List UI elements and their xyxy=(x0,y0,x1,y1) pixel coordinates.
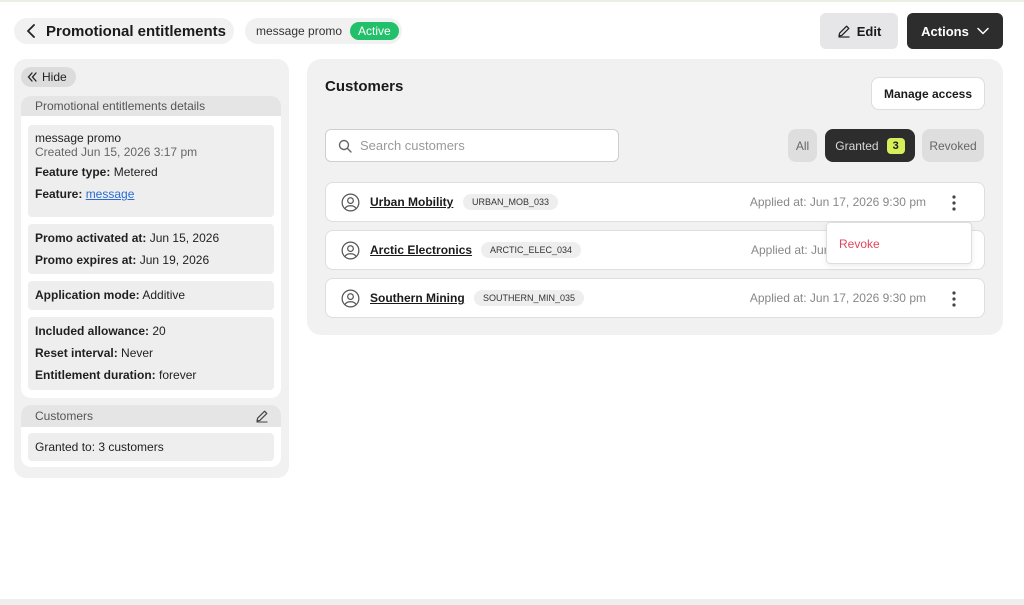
feature-type-label: Feature type: xyxy=(35,165,111,179)
back-button[interactable]: Promotional entitlements xyxy=(14,18,234,44)
customers-card-header: Customers xyxy=(21,405,281,427)
manage-access-button[interactable]: Manage access xyxy=(871,77,985,110)
application-mode-box: Application mode: Additive xyxy=(28,281,274,310)
feature-label: Feature: xyxy=(35,187,83,201)
promo-tag: message promo Active xyxy=(245,18,402,44)
included-allowance-label: Included allowance: xyxy=(35,324,150,338)
applied-at-text: Applied at: Jun 17, 2026 9:30 pm xyxy=(749,195,926,209)
filter-granted-label: Granted xyxy=(835,138,879,153)
filter-granted[interactable]: Granted 3 xyxy=(825,129,915,162)
double-chevron-left-icon xyxy=(27,72,37,82)
customer-code-badge: ARCTIC_ELEC_034 xyxy=(481,242,582,258)
application-mode-label: Application mode: xyxy=(35,288,140,302)
entitlement-duration-value: forever xyxy=(159,368,197,382)
page-title: Promotional entitlements xyxy=(46,22,227,40)
applied-at-text: Applied at: Jun 17, 2026 9:30 pm xyxy=(749,291,926,305)
feature-type-line: Feature type: Metered xyxy=(35,161,267,183)
customer-name-link[interactable]: Urban Mobility xyxy=(370,195,453,209)
application-mode-value: Additive xyxy=(142,288,186,302)
customers-card-title: Customers xyxy=(35,409,94,423)
feature-link[interactable]: message xyxy=(86,187,135,201)
revoke-menu-item[interactable]: Revoke xyxy=(839,237,880,251)
promo-name: message promo xyxy=(256,24,343,38)
customer-name-link[interactable]: Arctic Electronics xyxy=(370,243,472,257)
customer-code-badge: URBAN_MOB_033 xyxy=(463,194,559,210)
user-circle-icon xyxy=(341,241,360,260)
details-card-header: Promotional entitlements details xyxy=(21,96,281,116)
user-circle-icon xyxy=(341,193,360,212)
feature-type-value: Metered xyxy=(113,165,158,179)
customers-title: Customers xyxy=(325,78,404,95)
hide-sidebar-button[interactable]: Hide xyxy=(21,67,76,87)
customer-code-badge: SOUTHERN_MIN_035 xyxy=(474,290,585,306)
chevron-down-icon xyxy=(977,27,989,35)
promo-activated-value: Jun 15, 2026 xyxy=(149,231,220,245)
app-window: Promotional entitlements message promo A… xyxy=(0,0,1024,605)
edit-button[interactable]: Edit xyxy=(820,13,898,49)
entitlement-duration-label: Entitlement duration: xyxy=(35,368,156,382)
allowance-box: Included allowance: 20 Reset interval: N… xyxy=(28,317,274,390)
row-actions-menu: Revoke xyxy=(826,222,972,264)
actions-label: Actions xyxy=(921,23,969,39)
table-row: Southern Mining SOUTHERN_MIN_035 Applied… xyxy=(325,278,985,318)
filter-revoked[interactable]: Revoked xyxy=(922,129,984,162)
reset-interval-line: Reset interval: Never xyxy=(35,342,267,364)
promo-expires-line: Promo expires at: Jun 19, 2026 xyxy=(35,249,267,271)
granted-count-badge: 3 xyxy=(886,137,905,154)
hide-label: Hide xyxy=(42,70,67,84)
details-card: Promotional entitlements details message… xyxy=(21,96,281,398)
status-badge: Active xyxy=(350,22,399,40)
included-allowance-value: 20 xyxy=(152,324,166,338)
feature-line: Feature: message xyxy=(35,183,267,205)
pencil-icon[interactable] xyxy=(255,409,269,423)
details-sidebar: Hide Promotional entitlements details me… xyxy=(14,59,289,478)
search-input[interactable] xyxy=(360,138,600,153)
kebab-menu-icon[interactable] xyxy=(949,290,959,308)
promo-activated-label: Promo activated at: xyxy=(35,231,147,245)
included-allowance-line: Included allowance: 20 xyxy=(35,320,267,342)
promo-info-name: message promo xyxy=(35,131,122,145)
promo-info-box: message promo Created Jun 15, 2026 3:17 … xyxy=(28,125,274,217)
promo-info-created: Created Jun 15, 2026 3:17 pm xyxy=(35,145,198,159)
actions-button[interactable]: Actions xyxy=(907,13,1003,49)
reset-interval-label: Reset interval: xyxy=(35,346,118,360)
promo-expires-value: Jun 19, 2026 xyxy=(139,253,210,267)
filter-all[interactable]: All xyxy=(788,129,817,162)
promo-activated-line: Promo activated at: Jun 15, 2026 xyxy=(35,227,267,249)
edit-label: Edit xyxy=(856,23,882,39)
application-mode-line: Application mode: Additive xyxy=(35,284,267,306)
entitlement-duration-line: Entitlement duration: forever xyxy=(35,364,267,386)
search-box[interactable] xyxy=(325,129,619,162)
promo-expires-label: Promo expires at: xyxy=(35,253,137,267)
kebab-menu-icon[interactable] xyxy=(949,194,959,212)
customers-panel: Customers Manage access All Granted 3 Re… xyxy=(307,59,1003,335)
pencil-icon xyxy=(838,25,850,38)
customers-card: Customers Granted to: 3 customers xyxy=(21,405,281,467)
promo-dates-box: Promo activated at: Jun 15, 2026 Promo e… xyxy=(28,224,274,274)
applied-at-text: Applied at: Jun xyxy=(751,243,831,257)
user-circle-icon xyxy=(341,289,360,308)
customer-name-link[interactable]: Southern Mining xyxy=(370,291,465,305)
table-row: Urban Mobility URBAN_MOB_033 Applied at:… xyxy=(325,182,985,222)
reset-interval-value: Never xyxy=(121,346,154,360)
granted-to-text: Granted to: 3 customers xyxy=(28,433,274,461)
search-icon xyxy=(338,139,352,153)
chevron-left-icon xyxy=(27,24,35,38)
